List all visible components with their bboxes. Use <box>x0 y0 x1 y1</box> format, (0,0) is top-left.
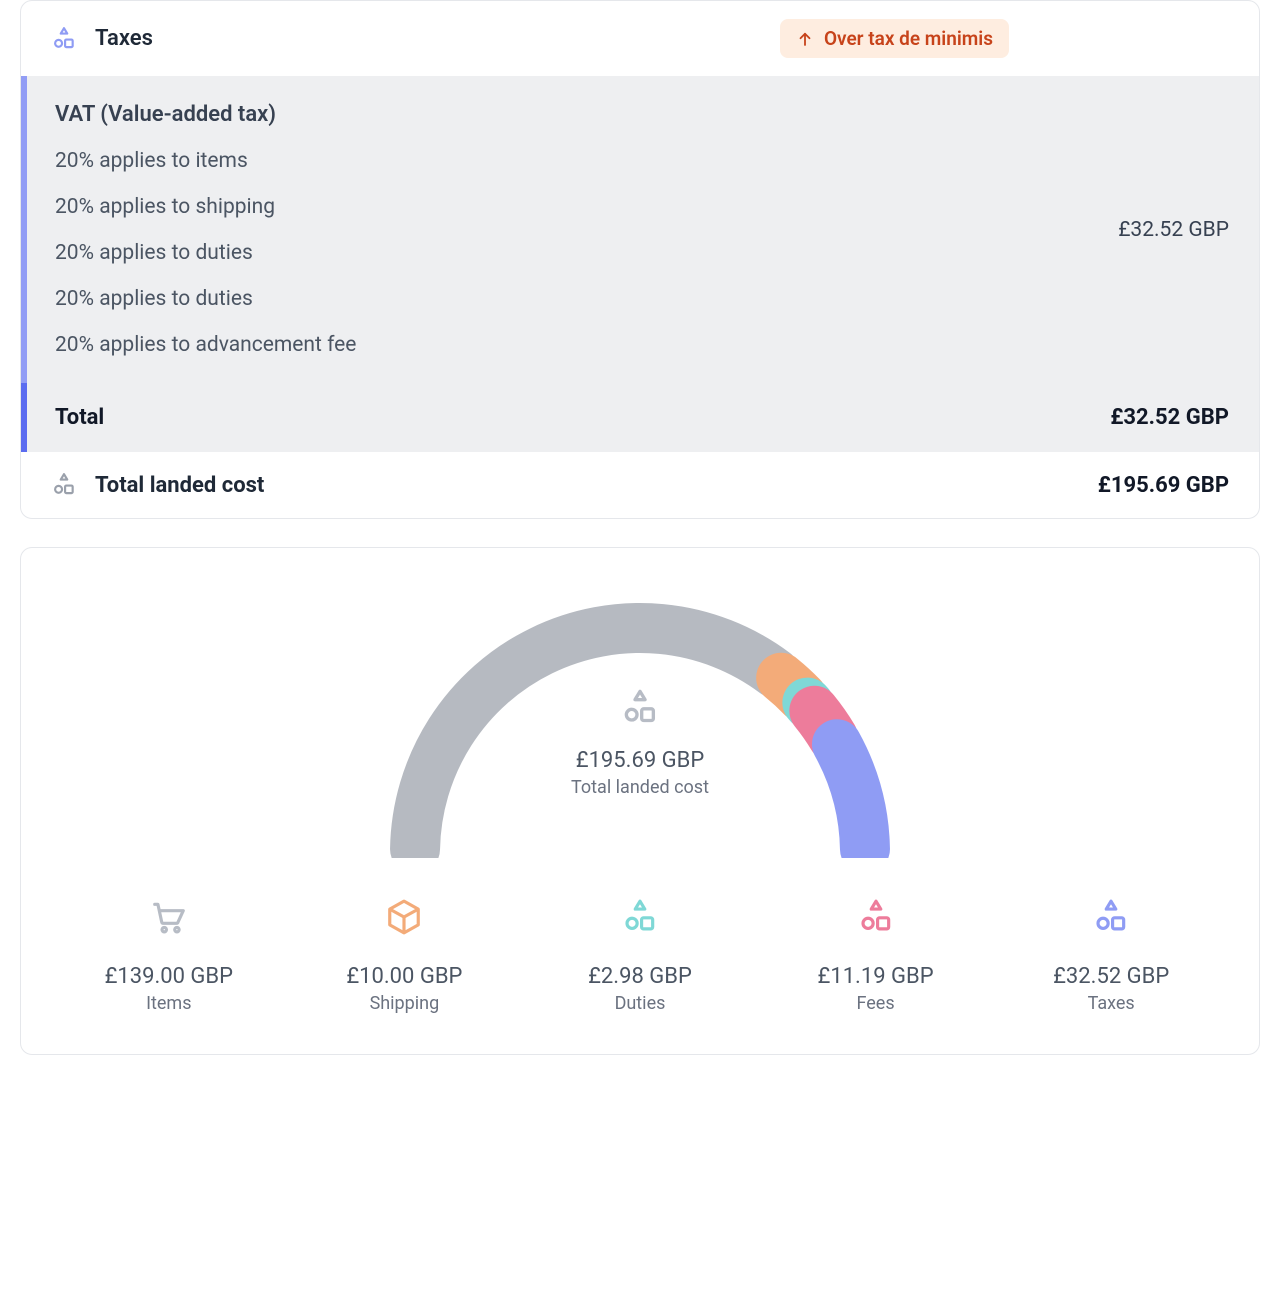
taxes-total-label: Total <box>55 405 1110 430</box>
de-minimis-badge: Over tax de minimis <box>780 19 1009 58</box>
taxes-header: Taxes Over tax de minimis <box>21 1 1259 76</box>
taxes-title: Taxes <box>95 26 153 51</box>
breakdown-taxes-label: Taxes <box>993 993 1229 1014</box>
shapes-icon <box>1092 898 1130 936</box>
gauge-segment <box>837 744 865 849</box>
taxes-total-row: Total £32.52 GBP <box>21 383 1259 452</box>
vat-line: 20% applies to items <box>55 149 1118 173</box>
breakdown-items-amount: £139.00 GBP <box>51 964 287 989</box>
vat-line: 20% applies to advancement fee <box>55 333 1118 357</box>
de-minimis-badge-text: Over tax de minimis <box>824 27 993 50</box>
breakdown-shipping-amount: £10.00 GBP <box>287 964 523 989</box>
breakdown-duties: £2.98 GBP Duties <box>522 898 758 1014</box>
cart-icon <box>150 898 188 936</box>
breakdown-shipping: £10.00 GBP Shipping <box>287 898 523 1014</box>
breakdown-items: £139.00 GBP Items <box>51 898 287 1014</box>
landed-cost-label: Total landed cost <box>95 473 264 498</box>
shapes-icon <box>857 898 895 936</box>
breakdown-card: £195.69 GBP Total landed cost £139.00 GB… <box>20 547 1260 1055</box>
vat-subtotal: £32.52 GBP <box>1118 218 1229 242</box>
breakdown-shipping-label: Shipping <box>287 993 523 1014</box>
vat-lines: VAT (Value-added tax) 20% applies to ite… <box>55 102 1118 357</box>
vat-line: 20% applies to duties <box>55 287 1118 311</box>
breakdown-taxes: £32.52 GBP Taxes <box>993 898 1229 1014</box>
taxes-total-value: £32.52 GBP <box>1110 405 1229 430</box>
arrow-up-icon <box>796 30 814 48</box>
breakdown-duties-amount: £2.98 GBP <box>522 964 758 989</box>
vat-heading: VAT (Value-added tax) <box>55 102 1118 127</box>
shapes-icon <box>620 688 660 728</box>
shapes-icon <box>51 26 77 52</box>
gauge-center: £195.69 GBP Total landed cost <box>571 688 709 798</box>
landed-cost-value: £195.69 GBP <box>1098 473 1229 498</box>
gauge-sublabel: Total landed cost <box>571 777 709 798</box>
breakdown-taxes-amount: £32.52 GBP <box>993 964 1229 989</box>
gauge-amount: £195.69 GBP <box>571 748 709 773</box>
box-icon <box>385 898 423 936</box>
breakdown-fees-amount: £11.19 GBP <box>758 964 994 989</box>
breakdown-row: £139.00 GBP Items £10.00 GBP Shipping £2… <box>51 898 1229 1014</box>
breakdown-items-label: Items <box>51 993 287 1014</box>
breakdown-fees-label: Fees <box>758 993 994 1014</box>
taxes-body: VAT (Value-added tax) 20% applies to ite… <box>21 76 1259 383</box>
taxes-card: Taxes Over tax de minimis VAT (Value-add… <box>20 0 1260 519</box>
vat-line: 20% applies to shipping <box>55 195 1118 219</box>
shapes-icon <box>621 898 659 936</box>
landed-cost-row: Total landed cost £195.69 GBP <box>21 452 1259 518</box>
shapes-icon <box>51 472 77 498</box>
breakdown-duties-label: Duties <box>522 993 758 1014</box>
gauge-chart: £195.69 GBP Total landed cost <box>340 588 940 858</box>
breakdown-fees: £11.19 GBP Fees <box>758 898 994 1014</box>
vat-line: 20% applies to duties <box>55 241 1118 265</box>
